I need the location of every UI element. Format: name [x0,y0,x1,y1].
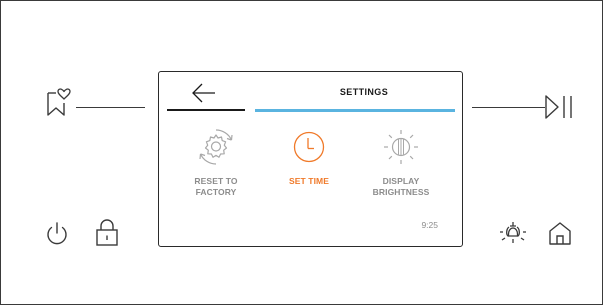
display-brightness-label: DISPLAY BRIGHTNESS [372,176,430,197]
right-divider-line [472,107,545,108]
back-tab-indicator [167,109,245,111]
reset-gear-icon [199,129,233,165]
brightness-icon [384,130,418,164]
reset-to-factory-label: RESET TO FACTORY [194,176,238,197]
active-tab-indicator [255,109,455,112]
screen-title: SETTINGS [339,87,389,97]
lamp-icon[interactable] [499,218,527,248]
set-time-label: SET TIME [289,176,329,186]
left-divider-line [76,107,145,108]
set-time-option[interactable]: SET TIME [264,127,354,187]
current-time: 9:25 [421,220,438,230]
lock-icon[interactable] [94,218,120,248]
clock-icon [293,131,325,163]
reset-to-factory-option[interactable]: RESET TO FACTORY [171,127,261,198]
settings-screen: SETTINGS RESET TO FACTORY SET TIME DISPL… [158,71,463,247]
back-arrow-icon[interactable] [191,82,217,104]
control-panel: SETTINGS RESET TO FACTORY SET TIME DISPL… [0,0,603,305]
power-icon[interactable] [44,221,70,247]
play-pause-icon[interactable] [544,94,576,122]
favorite-bookmark-icon[interactable] [45,85,73,117]
display-brightness-option[interactable]: DISPLAY BRIGHTNESS [356,127,446,198]
home-icon[interactable] [546,220,574,248]
